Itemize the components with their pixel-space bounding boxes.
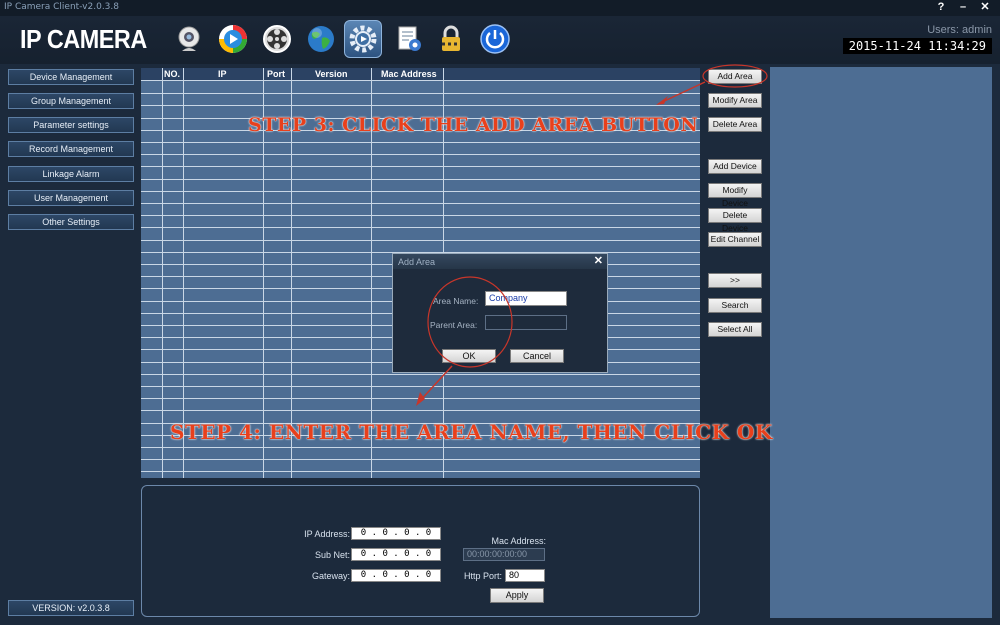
delete-area-button[interactable]: Delete Area [708, 117, 762, 132]
sidebar-item-other-settings[interactable]: Other Settings [8, 214, 134, 230]
table-row-line [141, 142, 700, 143]
table-row-line [141, 93, 700, 94]
power-icon[interactable] [476, 20, 514, 58]
mac-address-label: Mac Address: [491, 536, 546, 546]
settings-icon[interactable] [344, 20, 382, 58]
column-mac-address[interactable]: Mac Address [381, 69, 437, 79]
http-port-label: Http Port: [463, 571, 502, 581]
table-row-line [141, 166, 700, 167]
add-area-dialog: Add Area ✕ Area Name: Company Parent Are… [392, 253, 608, 373]
table-row-line [141, 154, 700, 155]
cancel-button[interactable]: Cancel [510, 349, 564, 363]
add-device-button[interactable]: Add Device [708, 159, 762, 174]
parent-area-label: Parent Area: [430, 320, 478, 330]
version-label: VERSION: v2.0.3.8 [8, 600, 134, 616]
sidebar-item-linkage-alarm[interactable]: Linkage Alarm [8, 166, 134, 182]
dialog-close-button[interactable]: ✕ [594, 254, 603, 267]
parent-area-select[interactable] [485, 315, 567, 330]
table-column-line [162, 68, 163, 478]
ip-address-input[interactable]: 0 . 0 . 0 . 0 [351, 527, 441, 540]
http-port-input[interactable]: 80 [505, 569, 545, 582]
ok-button[interactable]: OK [442, 349, 496, 363]
step4-annotation: STEP 4: ENTER THE AREA NAME, THEN CLICK … [170, 420, 773, 444]
table-header: NO. IP Port Version Mac Address [141, 68, 700, 81]
area-name-label: Area Name: [433, 296, 479, 306]
table-row-line [141, 386, 700, 387]
sidebar-item-group-management[interactable]: Group Management [8, 93, 134, 109]
table-row-line [141, 410, 700, 411]
table-row-line [141, 179, 700, 180]
device-tree-panel[interactable] [770, 67, 992, 618]
sidebar-item-device-management[interactable]: Device Management [8, 69, 134, 85]
column-ip[interactable]: IP [218, 69, 227, 79]
search-button[interactable]: Search [708, 298, 762, 313]
delete-device-button[interactable]: Delete Device [708, 208, 762, 233]
globe-icon[interactable] [302, 20, 340, 58]
table-row-line [141, 227, 700, 228]
table-row-line [141, 398, 700, 399]
app-window: IP Camera Client-v2.0.3.8 ? – ✕ IP CAMER… [0, 0, 1000, 625]
dialog-title: Add Area [398, 257, 436, 267]
webcam-icon[interactable] [170, 20, 208, 58]
add-area-button[interactable]: Add Area [708, 69, 762, 84]
app-logo: IP CAMERA [20, 24, 147, 54]
ip-address-label: IP Address: [304, 529, 350, 539]
edit-channel-button[interactable]: Edit Channel [708, 232, 762, 247]
apply-button[interactable]: Apply [490, 588, 544, 603]
more-button[interactable]: >> [708, 273, 762, 288]
title-bar: IP Camera Client-v2.0.3.8 ? – ✕ [0, 0, 1000, 16]
help-button[interactable]: ? [933, 1, 949, 14]
sidebar-item-user-management[interactable]: User Management [8, 190, 134, 206]
minimize-button[interactable]: – [955, 1, 971, 14]
clock-display: 2015-11-24 11:34:29 [842, 38, 992, 54]
table-row-line [141, 215, 700, 216]
table-row-line [141, 240, 700, 241]
table-row-line [141, 105, 700, 106]
document-settings-icon[interactable] [390, 20, 428, 58]
table-row-line [141, 471, 700, 472]
table-row-line [141, 459, 700, 460]
step3-annotation: STEP 3: CLICK THE ADD AREA BUTTON [248, 114, 699, 136]
modify-area-button[interactable]: Modify Area [708, 93, 762, 108]
table-row-line [141, 447, 700, 448]
close-button[interactable]: ✕ [977, 1, 993, 14]
table-row-line [141, 203, 700, 204]
film-reel-icon[interactable] [258, 20, 296, 58]
play-icon[interactable] [214, 20, 252, 58]
select-all-button[interactable]: Select All [708, 322, 762, 337]
dialog-title-bar[interactable]: Add Area ✕ [393, 254, 607, 269]
gateway-input[interactable]: 0 . 0 . 0 . 0 [351, 569, 441, 582]
header: IP CAMERA Users: admin 2015-11-24 11:34:… [0, 16, 1000, 64]
sidebar-item-parameter-settings[interactable]: Parameter settings [8, 117, 134, 133]
lock-icon[interactable] [432, 20, 470, 58]
column-port[interactable]: Port [267, 69, 285, 79]
mac-address-input: 00:00:00:00:00 [463, 548, 545, 561]
gateway-label: Gateway: [311, 571, 350, 581]
column-no[interactable]: NO. [164, 69, 180, 79]
table-row-line [141, 191, 700, 192]
sidebar-item-record-management[interactable]: Record Management [8, 141, 134, 157]
table-row-line [141, 374, 700, 375]
table-column-line [183, 68, 184, 478]
current-user: Users: admin [927, 24, 992, 36]
column-version[interactable]: Version [315, 69, 348, 79]
subnet-label: Sub Net: [314, 550, 350, 560]
subnet-input[interactable]: 0 . 0 . 0 . 0 [351, 548, 441, 561]
window-title: IP Camera Client-v2.0.3.8 [4, 2, 119, 12]
modify-device-button[interactable]: Modify Device [708, 183, 762, 208]
area-name-input[interactable]: Company [485, 291, 567, 306]
